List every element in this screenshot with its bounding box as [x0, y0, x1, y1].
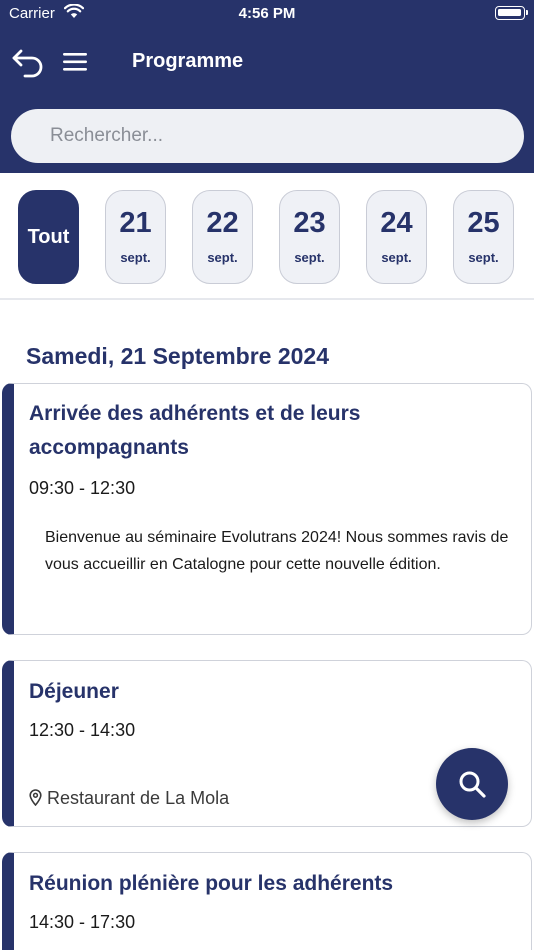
date-chip-month: sept. [468, 250, 499, 265]
event-location-label: Restaurant de La Mola [47, 788, 230, 808]
event-title: Déjeuner [29, 680, 119, 703]
search-bar[interactable] [11, 109, 524, 163]
event-description: Bienvenue au séminaire Evolutrans 2024! … [45, 529, 509, 573]
search-input[interactable] [11, 109, 524, 163]
hamburger-menu-icon[interactable] [63, 52, 89, 72]
search-icon [459, 771, 486, 798]
back-arrow-icon[interactable] [11, 46, 45, 78]
date-chip-all-label: Tout [27, 226, 70, 248]
map-pin-icon [29, 789, 42, 806]
app-header: Carrier 4:56 PM Programme [0, 0, 534, 173]
date-chip-day: 23 [293, 207, 326, 239]
date-filter-strip: Tout 21 sept. 22 sept. 23 sept. 24 sept.… [0, 173, 534, 300]
event-card[interactable]: Arrivée des adhérents et de leurs accomp… [2, 383, 532, 635]
date-chip-25[interactable]: 25 sept. [453, 190, 514, 284]
date-chip-day: 21 [119, 207, 152, 239]
page-title: Programme [132, 50, 244, 72]
date-chip-month: sept. [381, 250, 412, 265]
date-chip-all[interactable]: Tout [18, 190, 79, 284]
day-section-heading: Samedi, 21 Septembre 2024 [26, 343, 329, 369]
status-bar: Carrier 4:56 PM [0, 0, 534, 28]
date-chip-month: sept. [294, 250, 325, 265]
date-chip-day: 24 [380, 207, 413, 239]
date-chip-23[interactable]: 23 sept. [279, 190, 340, 284]
event-title: Arrivée des adhérents et de leurs accomp… [29, 402, 361, 459]
event-title: Réunion plénière pour les adhérents [29, 872, 394, 895]
date-chip-day: 22 [206, 207, 239, 239]
event-time: 12:30 - 14:30 [29, 720, 136, 740]
status-time: 4:56 PM [238, 5, 296, 22]
date-chip-21[interactable]: 21 sept. [105, 190, 166, 284]
date-chip-day: 25 [467, 207, 500, 239]
battery-icon [495, 6, 528, 20]
event-card[interactable]: Réunion plénière pour les adhérents 14:3… [2, 852, 532, 950]
date-chip-24[interactable]: 24 sept. [366, 190, 427, 284]
event-time: 09:30 - 12:30 [29, 478, 136, 498]
search-fab-button[interactable] [436, 748, 508, 820]
date-chip-month: sept. [120, 250, 151, 265]
event-time: 14:30 - 17:30 [29, 912, 136, 932]
event-location: Restaurant de La Mola [29, 788, 229, 809]
date-chip-22[interactable]: 22 sept. [192, 190, 253, 284]
date-chip-month: sept. [207, 250, 238, 265]
